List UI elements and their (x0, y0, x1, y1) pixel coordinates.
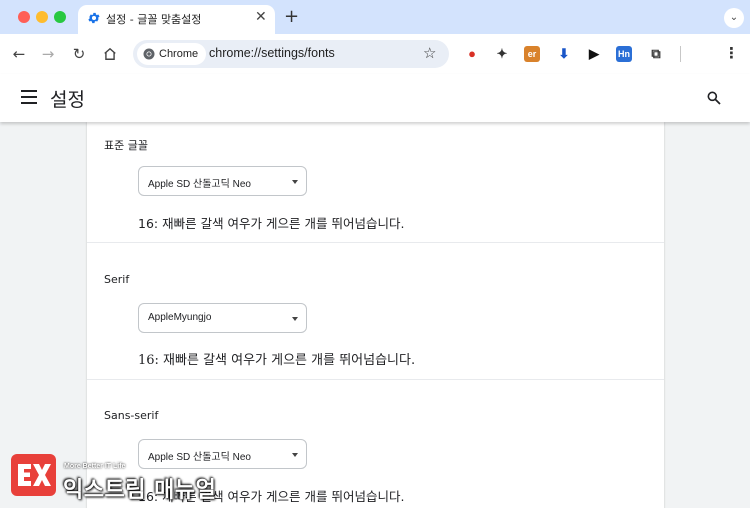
gear-icon (88, 12, 100, 24)
watermark-name: 익스트림 매뉴얼 (63, 478, 217, 503)
tab-title: 설정 - 글꼴 맞춤설정 (106, 13, 202, 26)
search-icon[interactable] (706, 90, 722, 106)
page-title: 설정 (50, 89, 85, 111)
settings-header: 설정 (0, 74, 750, 122)
play-extension-icon[interactable]: ▶ (586, 46, 602, 62)
tab-strip: 설정 - 글꼴 맞춤설정 ✕ + ⌄ (0, 0, 750, 34)
watermark-logo-icon (11, 454, 56, 496)
site-info-chip[interactable]: Chrome (137, 43, 207, 65)
serif-font-sample: 16: 재빠른 갈색 여우가 게으른 개를 뛰어넘습니다. (138, 353, 416, 368)
serif-font-select[interactable]: AppleMyungjo (138, 303, 307, 333)
hn-extension-icon[interactable]: Hn (616, 46, 632, 62)
sans-serif-font-label: Sans-serif (104, 409, 159, 422)
bookmark-star-icon[interactable]: ☆ (423, 44, 436, 62)
dropdown-arrow-icon (292, 180, 298, 184)
reload-icon[interactable]: ↻ (68, 43, 90, 65)
new-tab-button[interactable]: + (284, 6, 299, 27)
select-value: Apple SD 산돌고딕 Neo (148, 179, 251, 190)
section-divider (87, 242, 664, 243)
select-value: Apple SD 산돌고딕 Neo (148, 452, 251, 463)
address-bar[interactable]: Chrome chrome://settings/fonts ☆ (133, 40, 449, 68)
chrome-logo-icon (143, 48, 155, 60)
standard-font-select[interactable]: Apple SD 산돌고딕 Neo (138, 166, 307, 196)
select-value: AppleMyungjo (148, 312, 212, 323)
menu-kebab-icon[interactable]: ⋮ (724, 44, 739, 62)
settings-content[interactable]: 표준 글꼴 Apple SD 산돌고딕 Neo 16: 재빠른 갈색 여우가 게… (0, 122, 750, 508)
sans-serif-font-select[interactable]: Apple SD 산돌고딕 Neo (138, 439, 307, 469)
puzzle-tool-icon[interactable]: ✦ (494, 46, 510, 62)
standard-font-sample: 16: 재빠른 갈색 여우가 게으른 개를 뛰어넘습니다. (138, 216, 405, 231)
extensions-puzzle-icon[interactable]: ⧉ (648, 46, 664, 62)
url-text[interactable]: chrome://settings/fonts (209, 46, 335, 60)
back-arrow-icon[interactable]: ← (8, 43, 30, 65)
window-minimize-button[interactable] (36, 11, 48, 23)
watermark-tagline: More Better IT Life (64, 463, 126, 470)
download-arrow-icon[interactable]: ⬇ (556, 46, 572, 62)
tab-search-chevron-icon[interactable]: ⌄ (724, 8, 744, 28)
window-close-button[interactable] (18, 11, 30, 23)
er-extension-icon[interactable]: er (524, 46, 540, 62)
toolbar-divider (680, 46, 681, 62)
dropdown-arrow-icon (292, 317, 298, 321)
record-extension-icon[interactable]: ● (464, 46, 480, 62)
browser-toolbar: ← → ↻ Chrome chrome://settings/fonts ☆ ●… (0, 34, 750, 74)
serif-font-label: Serif (104, 273, 130, 286)
tab-settings[interactable]: 설정 - 글꼴 맞춤설정 ✕ (78, 5, 275, 34)
section-divider (87, 379, 664, 380)
home-icon[interactable] (99, 43, 121, 65)
window-maximize-button[interactable] (54, 11, 66, 23)
forward-arrow-icon[interactable]: → (37, 43, 59, 65)
hamburger-menu-icon[interactable] (21, 90, 37, 104)
font-settings-card: 표준 글꼴 Apple SD 산돌고딕 Neo 16: 재빠른 갈색 여우가 게… (87, 122, 664, 508)
close-tab-icon[interactable]: ✕ (255, 9, 267, 25)
standard-font-label: 표준 글꼴 (104, 139, 148, 152)
chip-label: Chrome (159, 48, 199, 60)
dropdown-arrow-icon (292, 453, 298, 457)
